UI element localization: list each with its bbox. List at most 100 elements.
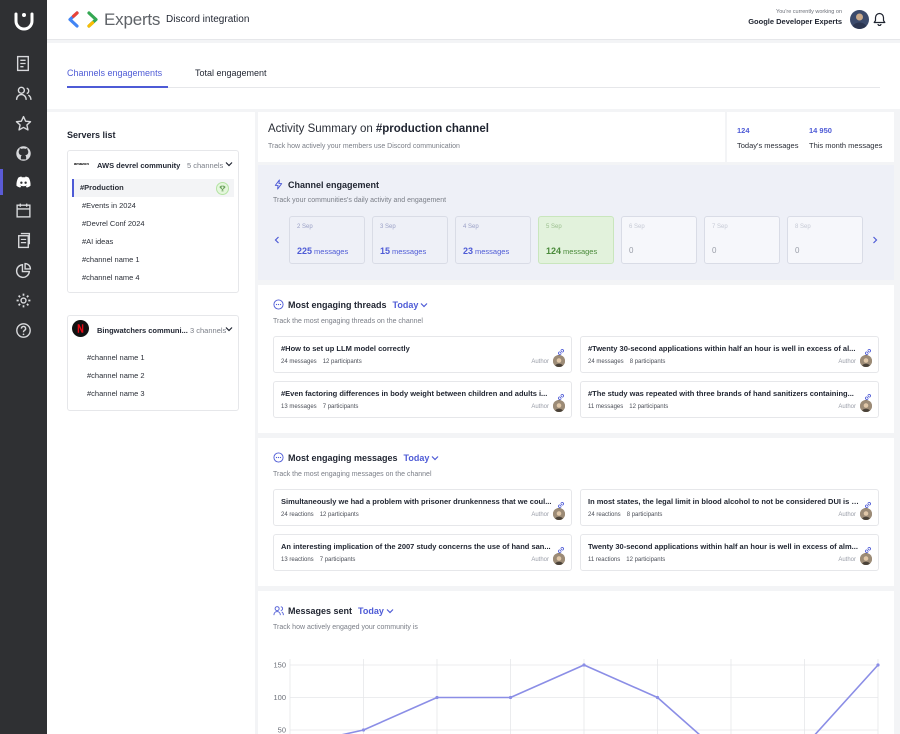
channel-list: #channel name 1 #channel name 2 #channel n… [68,344,238,410]
channel-item[interactable]: #Devrel Conf 2024 [68,215,238,233]
activity-summary: Activity Summary on #production channel T… [258,112,725,162]
today-messages-label: Today's messages [737,141,799,150]
reports-icon[interactable] [14,54,33,73]
month-messages-value: 14 950 [809,126,832,135]
server-card-aws: amazon AWS devrel community 5 channels #… [67,150,239,293]
chevron-down-icon[interactable] [225,325,233,333]
thread-card[interactable]: #The study was repeated with three brand… [580,381,879,418]
day-card[interactable]: 8 Sep 0 [787,216,863,264]
tabs-panel: Channels engagements Total engagement [47,43,900,109]
message-card[interactable]: In most states, the legal limit in blood… [580,489,879,526]
summary-subtitle: Track how actively your members use Disc… [268,143,460,150]
link-icon[interactable] [557,388,565,400]
app-logo-icon[interactable] [13,11,35,31]
channel-item[interactable]: #Production [72,179,234,197]
author-avatar [860,553,872,565]
messages-period-dropdown[interactable]: Today [404,453,430,463]
message-card[interactable]: Simultaneously we had a problem with pri… [273,489,572,526]
link-icon[interactable] [864,343,872,355]
message-card[interactable]: An interesting implication of the 2007 s… [273,534,572,571]
day-card[interactable]: 2 Sep 225 messages [289,216,365,264]
next-days-arrow-icon[interactable] [870,235,880,245]
series-point [655,695,660,700]
threads-subtitle: Track the most engaging threads on the c… [273,318,423,325]
author-avatar [553,400,565,412]
card-count: 13 reactions [281,557,314,563]
messages-title: Most engaging messages [288,452,398,463]
server-name: Bingwatchers communi... [97,326,188,335]
star-icon[interactable] [14,114,33,133]
channel-item[interactable]: #channel name 1 [68,251,238,269]
chevron-down-icon[interactable] [420,301,428,309]
help-icon[interactable] [14,321,33,340]
summary-heading: Activity Summary on #production channel [268,123,489,135]
summary-heading-text: Activity Summary on [268,123,373,135]
card-meta: 24 messages 12 participants [281,359,362,365]
threads-period-dropdown[interactable]: Today [393,300,419,310]
series-point [582,663,586,667]
day-card[interactable]: 6 Sep 0 [621,216,697,264]
thread-card[interactable]: #Twenty 30-second applications within ha… [580,336,879,373]
thread-card[interactable]: #How to set up LLM model correctly 24 mes… [273,336,572,373]
server-header-aws[interactable]: amazon AWS devrel community 5 channels [68,151,238,179]
discord-icon[interactable] [14,173,33,192]
channel-item[interactable]: #Events in 2024 [68,197,238,215]
lightning-icon [274,179,283,190]
card-title: In most states, the legal limit in blood… [588,497,860,506]
thread-card[interactable]: #Even factoring differences in body weig… [273,381,572,418]
documents-icon[interactable] [14,231,33,250]
series-point [361,728,366,732]
day-card[interactable]: 4 Sep 23 messages [455,216,531,264]
channel-item[interactable]: #channel name 3 [73,385,238,403]
brand-name: Experts [104,10,161,29]
workspace-switcher[interactable]: You're currently working on Google Devel… [748,9,842,26]
engagement-header: Channel engagement [273,179,379,190]
card-participants: 12 participants [629,404,669,410]
engaging-messages-section: Most engaging messages Today Track the m… [258,438,894,586]
card-count: 24 reactions [281,512,314,518]
server-header-bingwatchers[interactable]: Bingwatchers communi... 3 channels [68,316,238,344]
github-icon[interactable] [14,144,33,163]
day-card[interactable]: 3 Sep 15 messages [372,216,448,264]
card-count: 11 reactions [588,557,621,563]
day-count-value: 0 [629,246,634,255]
link-icon[interactable] [557,343,565,355]
day-count-unit: messages [314,247,349,256]
tab-channels-engagements[interactable]: Channels engagements [67,68,162,78]
day-date: 4 Sep [463,224,479,230]
card-title: An interesting implication of the 2007 s… [281,542,551,551]
day-card[interactable]: 5 Sep 124 messages [538,216,614,264]
day-count-value: 23 [463,246,474,256]
analytics-icon[interactable] [14,261,33,280]
message-card[interactable]: Twenty 30-second applications within hal… [580,534,879,571]
link-icon[interactable] [864,541,872,553]
notifications-bell-icon[interactable] [873,12,886,26]
link-icon[interactable] [557,541,565,553]
day-date: 3 Sep [380,224,396,230]
tab-total-engagement[interactable]: Total engagement [195,68,267,78]
chevron-down-icon[interactable] [431,454,439,462]
chevron-down-icon[interactable] [225,160,233,168]
card-participants: 12 participants [322,359,362,365]
day-date: 7 Sep [712,224,728,230]
link-icon[interactable] [557,496,565,508]
user-avatar[interactable] [850,10,869,29]
settings-icon[interactable] [14,291,33,310]
link-icon[interactable] [864,388,872,400]
channel-item[interactable]: #channel name 1 [73,349,238,367]
channel-item[interactable]: #channel name 4 [68,269,238,287]
stat-month: 14 950 This month messages [809,126,882,150]
previous-days-arrow-icon[interactable] [272,235,282,245]
author-label: Author [531,359,549,365]
day-card[interactable]: 7 Sep 0 [704,216,780,264]
messages-subtitle: Track the most engaging messages on the … [273,471,432,478]
day-count: 0 [795,246,799,255]
link-icon[interactable] [864,496,872,508]
card-count: 11 messages [588,404,624,410]
card-participants: 8 participants [626,512,663,518]
calendar-icon[interactable] [14,201,33,220]
channel-item[interactable]: #channel name 2 [73,367,238,385]
servers-list-title: Servers list [67,130,116,140]
users-icon[interactable] [14,84,33,103]
channel-item[interactable]: #AI ideas [68,233,238,251]
